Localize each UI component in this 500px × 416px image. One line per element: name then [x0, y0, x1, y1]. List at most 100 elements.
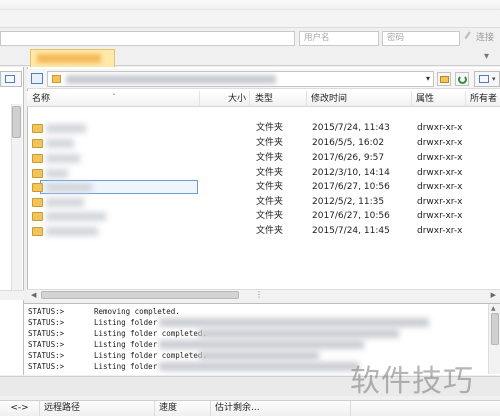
refresh-icon	[458, 75, 467, 84]
row-perm: drwxr-xr-x	[417, 138, 463, 148]
title-strip	[0, 0, 500, 10]
path-redacted	[66, 75, 276, 84]
chevron-down-icon: ▾	[492, 75, 496, 83]
username-placeholder: 用户名	[304, 33, 330, 43]
tree-toggle-button[interactable]	[30, 72, 44, 86]
queue-speed-column[interactable]: 速度	[155, 401, 211, 416]
column-size[interactable]: 大小	[200, 91, 250, 107]
file-row-selected[interactable]: 文件夹 2017/6/27, 10:56 drwxr-xr-x	[28, 180, 498, 195]
file-row[interactable]: 文件夹 2015/7/24, 11:45 drwxr-xr-x	[28, 224, 498, 239]
remote-view-toggle[interactable]: ▾	[474, 71, 500, 87]
file-row[interactable]: 文件夹 2016/5/5, 16:02 drwxr-xr-x	[28, 136, 498, 151]
folder-icon	[32, 183, 43, 192]
host-input[interactable]	[0, 31, 295, 46]
remote-path-input[interactable]: ▾	[47, 71, 434, 87]
scroll-right-icon[interactable]: ▶	[491, 290, 496, 300]
scroll-grip-icon: ⋮	[255, 290, 263, 299]
password-placeholder: 密码	[387, 33, 405, 43]
row-date: 2017/6/27, 10:56	[312, 182, 390, 192]
local-scroll-thumb[interactable]	[12, 106, 21, 138]
file-row[interactable]: 文件夹 2012/3/10, 14:14 drwxr-xr-x	[28, 166, 498, 181]
log-scroll-thumb[interactable]	[491, 313, 499, 345]
log-redacted	[159, 340, 364, 349]
tab-remote-site[interactable]	[30, 49, 115, 67]
log-scrollbar[interactable]: ▲	[488, 304, 500, 374]
remote-hscrollbar[interactable]: ◀ ⋮ ▶	[27, 289, 500, 300]
filename-redacted	[46, 139, 74, 148]
log-label: STATUS:>	[28, 307, 65, 316]
log-redacted	[199, 351, 319, 360]
connect-button[interactable]: 连接	[463, 30, 500, 47]
row-date: 2012/5/2, 11:35	[312, 197, 385, 207]
file-row[interactable]: 文件夹 2017/6/27, 10:56 drwxr-xr-x	[28, 209, 498, 224]
row-date: 2012/3/10, 14:14	[312, 168, 390, 178]
folder-icon	[32, 198, 43, 207]
folder-icon	[32, 154, 43, 163]
log-text: Listing folder completed.	[94, 329, 207, 338]
folder-up-icon	[440, 76, 449, 83]
log-line: STATUS:> Removing completed.	[28, 306, 180, 317]
queue-remote-path-column[interactable]: 远程路径	[40, 401, 155, 416]
row-perm: drwxr-xr-x	[417, 153, 463, 163]
log-text: Listing folder	[94, 340, 158, 349]
username-input[interactable]: 用户名	[299, 31, 379, 46]
refresh-button[interactable]	[455, 72, 469, 86]
folder-icon	[52, 75, 61, 83]
password-input[interactable]: 密码	[382, 31, 460, 46]
filename-redacted	[46, 169, 68, 178]
column-modified[interactable]: 修改时间	[307, 91, 412, 107]
folder-icon	[32, 227, 43, 236]
column-perms[interactable]: 属性	[412, 91, 466, 107]
filename-redacted	[46, 154, 80, 163]
folder-icon	[32, 139, 43, 148]
list-view-icon	[479, 75, 489, 83]
log-redacted	[199, 329, 399, 338]
row-date: 2017/6/26, 9:57	[312, 153, 385, 163]
log-line: STATUS:> Listing folder completed.	[28, 328, 207, 339]
log-line: STATUS:> Listing folder completed.	[28, 350, 207, 361]
log-label: STATUS:>	[28, 340, 65, 349]
log-text: Listing folder	[94, 362, 158, 371]
filename-redacted	[46, 227, 98, 236]
file-row[interactable]: 文件夹 2017/6/26, 9:57 drwxr-xr-x	[28, 151, 498, 166]
chevron-down-icon[interactable]: ▾	[426, 74, 430, 83]
folder-icon	[32, 169, 43, 178]
filename-redacted	[46, 124, 86, 133]
row-date: 2015/7/24, 11:43	[312, 123, 390, 133]
row-date: 2015/7/24, 11:45	[312, 226, 390, 236]
column-type[interactable]: 类型	[251, 91, 307, 107]
row-perm: drwxr-xr-x	[417, 211, 463, 221]
row-perm: drwxr-xr-x	[417, 168, 463, 178]
file-row[interactable]: 文件夹 2015/7/24, 11:43 drwxr-xr-x	[28, 121, 498, 136]
queue-eta-column[interactable]: 估计剩余...	[211, 401, 351, 416]
list-view-icon	[5, 75, 15, 83]
row-type: 文件夹	[256, 182, 284, 192]
row-perm: drwxr-xr-x	[417, 197, 463, 207]
log-redacted	[159, 318, 429, 327]
local-hscrollbar[interactable]	[0, 290, 24, 300]
remote-hscroll-thumb[interactable]	[41, 291, 239, 299]
log-redacted	[159, 362, 359, 371]
local-view-toggle[interactable]	[0, 71, 22, 87]
row-type: 文件夹	[256, 138, 284, 148]
plug-icon	[464, 31, 476, 43]
column-owner[interactable]: 所有者	[466, 91, 500, 107]
file-row[interactable]: 文件夹 2012/5/2, 11:35 drwxr-xr-x	[28, 195, 498, 210]
queue-direction-column[interactable]: <->	[0, 401, 40, 416]
log-text: Listing folder completed.	[94, 351, 207, 360]
scroll-left-icon[interactable]: ◀	[31, 290, 36, 300]
filename-redacted	[46, 183, 92, 192]
parent-folder-button[interactable]	[437, 72, 451, 86]
scroll-up-icon[interactable]: ▲	[491, 305, 496, 312]
row-type: 文件夹	[256, 226, 284, 236]
row-date: 2016/5/5, 16:02	[312, 138, 385, 148]
log-line: STATUS:> Listing folder	[28, 317, 157, 328]
row-type: 文件夹	[256, 197, 284, 207]
log-line: STATUS:> Listing folder	[28, 339, 157, 350]
tab-menu-icon[interactable]: ▾	[484, 50, 500, 64]
log-text: Removing completed.	[94, 307, 180, 316]
sort-indicator-icon: ˆ	[112, 93, 116, 102]
row-type: 文件夹	[256, 153, 284, 163]
watermark-text: 软件技巧	[350, 364, 474, 399]
folder-icon	[32, 124, 43, 133]
